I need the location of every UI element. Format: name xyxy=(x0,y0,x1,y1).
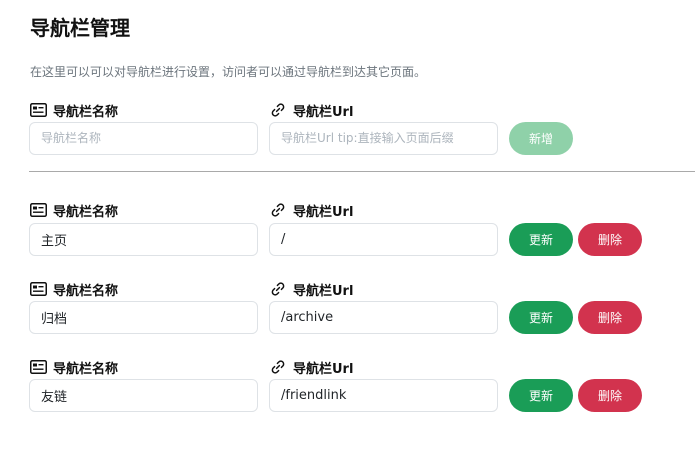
nav-name-input[interactable] xyxy=(29,301,258,334)
url-field-label: 导航栏Url xyxy=(270,200,353,220)
name-field-label-text: 导航栏名称 xyxy=(53,204,119,220)
link-icon xyxy=(270,202,288,218)
name-field-label-text: 导航栏名称 xyxy=(53,361,119,377)
nav-management-page: 导航栏管理 在这里可以可以对导航栏进行设置，访问者可以通过导航栏到达其它页面。 … xyxy=(0,0,695,462)
update-button[interactable]: 更新 xyxy=(509,223,573,256)
nav-name-input[interactable] xyxy=(29,223,258,256)
nav-url-input[interactable] xyxy=(269,379,498,412)
add-button[interactable]: 新增 xyxy=(509,122,573,155)
link-icon xyxy=(270,102,288,118)
link-icon xyxy=(270,359,288,375)
nav-url-input[interactable] xyxy=(269,301,498,334)
url-field-label: 导航栏Url xyxy=(270,279,353,299)
update-button[interactable]: 更新 xyxy=(509,379,573,412)
update-button[interactable]: 更新 xyxy=(509,301,573,334)
card-icon xyxy=(30,359,48,375)
url-field-label-text: 导航栏Url xyxy=(293,204,354,220)
url-field-label-text: 导航栏Url xyxy=(293,361,354,377)
name-field-label: 导航栏名称 xyxy=(30,100,118,120)
nav-url-input[interactable] xyxy=(269,223,498,256)
url-field-label-text: 导航栏Url xyxy=(293,283,354,299)
name-field-label: 导航栏名称 xyxy=(30,357,118,377)
nav-name-input[interactable] xyxy=(29,379,258,412)
name-field-label-text: 导航栏名称 xyxy=(53,104,119,120)
card-icon xyxy=(30,281,48,297)
card-icon xyxy=(30,202,48,218)
name-field-label-text: 导航栏名称 xyxy=(53,283,119,299)
new-name-input[interactable] xyxy=(29,122,258,155)
delete-button[interactable]: 删除 xyxy=(578,223,642,256)
card-icon xyxy=(30,102,48,118)
url-field-label: 导航栏Url xyxy=(270,100,353,120)
page-description: 在这里可以可以对导航栏进行设置，访问者可以通过导航栏到达其它页面。 xyxy=(30,65,427,79)
link-icon xyxy=(270,281,288,297)
delete-button[interactable]: 删除 xyxy=(578,379,642,412)
url-field-label: 导航栏Url xyxy=(270,357,353,377)
name-field-label: 导航栏名称 xyxy=(30,279,118,299)
new-url-input[interactable] xyxy=(269,122,498,155)
delete-button[interactable]: 删除 xyxy=(578,301,642,334)
url-field-label-text: 导航栏Url xyxy=(293,104,354,120)
name-field-label: 导航栏名称 xyxy=(30,200,118,220)
divider xyxy=(29,171,695,172)
page-title: 导航栏管理 xyxy=(30,16,130,40)
